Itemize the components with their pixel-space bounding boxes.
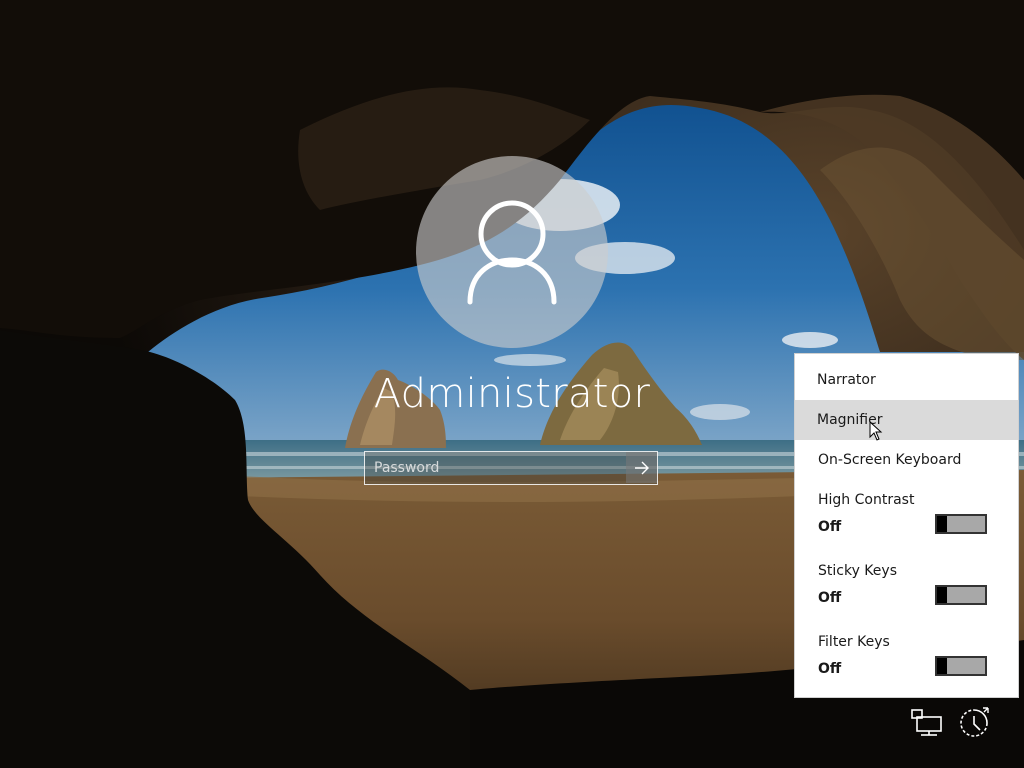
menu-item-label: On-Screen Keyboard <box>818 452 962 468</box>
network-icon[interactable] <box>909 707 945 739</box>
lock-screen: Administrator Narrator Magnifier On-Scre… <box>0 0 1024 768</box>
toggle-label: High Contrast <box>818 492 915 508</box>
switch-knob <box>937 587 947 603</box>
high-contrast-switch[interactable] <box>935 514 987 534</box>
switch-knob <box>937 658 947 674</box>
toggle-high-contrast: High Contrast Off <box>795 492 1018 554</box>
user-avatar <box>416 156 608 348</box>
menu-item-magnifier[interactable]: Magnifier <box>795 400 1018 440</box>
sticky-keys-switch[interactable] <box>935 585 987 605</box>
switch-knob <box>937 516 947 532</box>
toggle-sticky-keys: Sticky Keys Off <box>795 563 1018 625</box>
toggle-label: Filter Keys <box>818 634 890 650</box>
menu-item-on-screen-keyboard[interactable]: On-Screen Keyboard <box>795 440 1018 480</box>
toggle-state: Off <box>818 590 842 606</box>
arrow-right-icon <box>634 461 649 474</box>
user-icon <box>467 200 557 305</box>
toggle-state: Off <box>818 661 842 677</box>
toggle-filter-keys: Filter Keys Off <box>795 634 1018 696</box>
menu-item-label: Magnifier <box>817 412 883 428</box>
password-field[interactable] <box>364 451 658 485</box>
submit-arrow-button[interactable] <box>626 452 657 483</box>
ease-of-access-menu: Narrator Magnifier On-Screen Keyboard Hi… <box>794 353 1019 698</box>
ease-of-access-icon[interactable] <box>957 706 993 740</box>
filter-keys-switch[interactable] <box>935 656 987 676</box>
menu-item-label: Narrator <box>817 372 876 388</box>
toggle-label: Sticky Keys <box>818 563 897 579</box>
username-label: Administrator <box>373 371 651 417</box>
menu-item-narrator[interactable]: Narrator <box>795 360 1018 400</box>
toggle-state: Off <box>818 519 842 535</box>
password-input[interactable] <box>365 452 627 483</box>
